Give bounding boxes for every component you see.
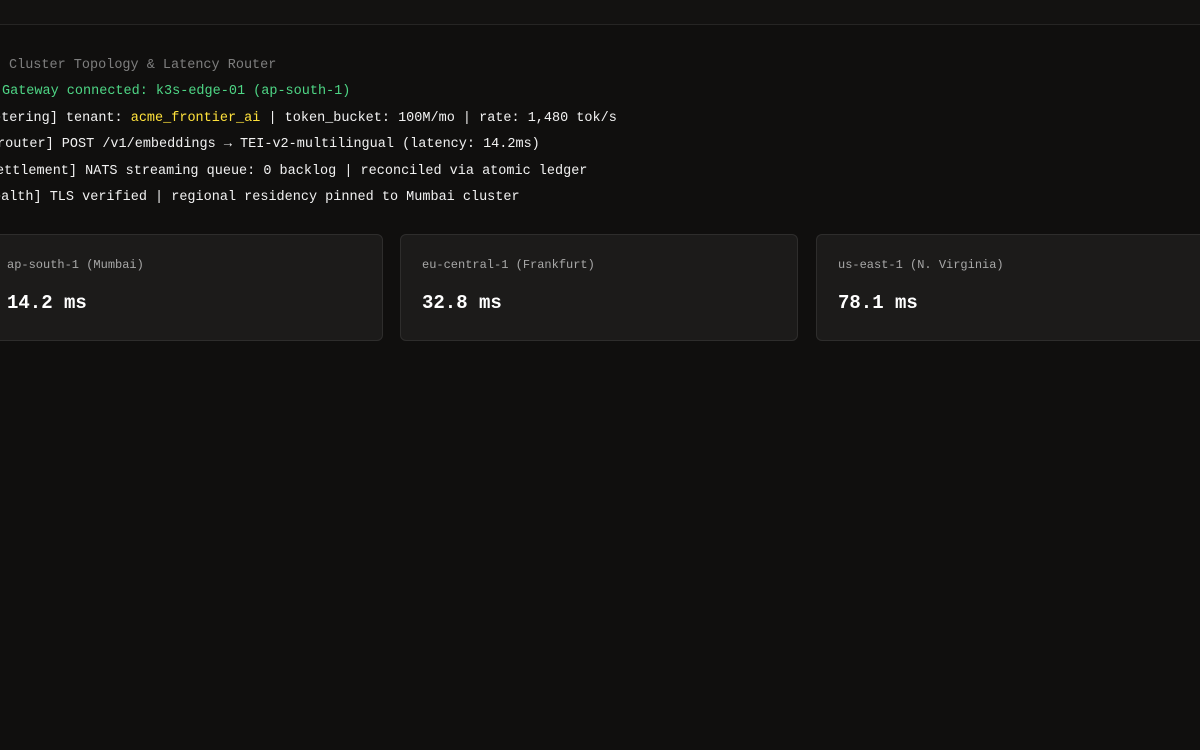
log-line-connection: Gateway connected: k3s-edge-01 (ap-south… <box>2 84 351 99</box>
region-latency: 78.1 ms <box>838 292 918 314</box>
region-name: us-east-1 (N. Virginia) <box>838 258 1004 272</box>
tenant-name: acme_frontier_ai <box>130 111 261 126</box>
region-card-ap-south-1: ap-south-1 (Mumbai) 14.2 ms <box>0 234 383 341</box>
region-latency: 14.2 ms <box>7 292 87 314</box>
region-card-eu-central-1: eu-central-1 (Frankfurt) 32.8 ms <box>400 234 798 341</box>
console-title: Cluster Topology & Latency Router <box>9 58 277 73</box>
log-line-health: ealth] TLS verified | regional residency… <box>0 190 520 205</box>
region-latency: 32.8 ms <box>422 292 502 314</box>
region-card-us-east-1: us-east-1 (N. Virginia) 78.1 ms <box>816 234 1200 341</box>
metering-suffix: | token_bucket: 100M/mo | rate: 1,480 to… <box>260 111 617 126</box>
region-name: eu-central-1 (Frankfurt) <box>422 258 595 272</box>
log-line-metering: etering] tenant: acme_frontier_ai | toke… <box>0 110 617 128</box>
region-name: ap-south-1 (Mumbai) <box>7 258 144 272</box>
metering-prefix: etering] tenant: <box>0 111 131 126</box>
log-line-settlement: ettlement] NATS streaming queue: 0 backl… <box>0 164 588 179</box>
console-log: Cluster Topology & Latency Router Gatewa… <box>0 0 1200 750</box>
log-line-router: router] POST /v1/embeddings → TEI-v2-mul… <box>0 137 540 152</box>
